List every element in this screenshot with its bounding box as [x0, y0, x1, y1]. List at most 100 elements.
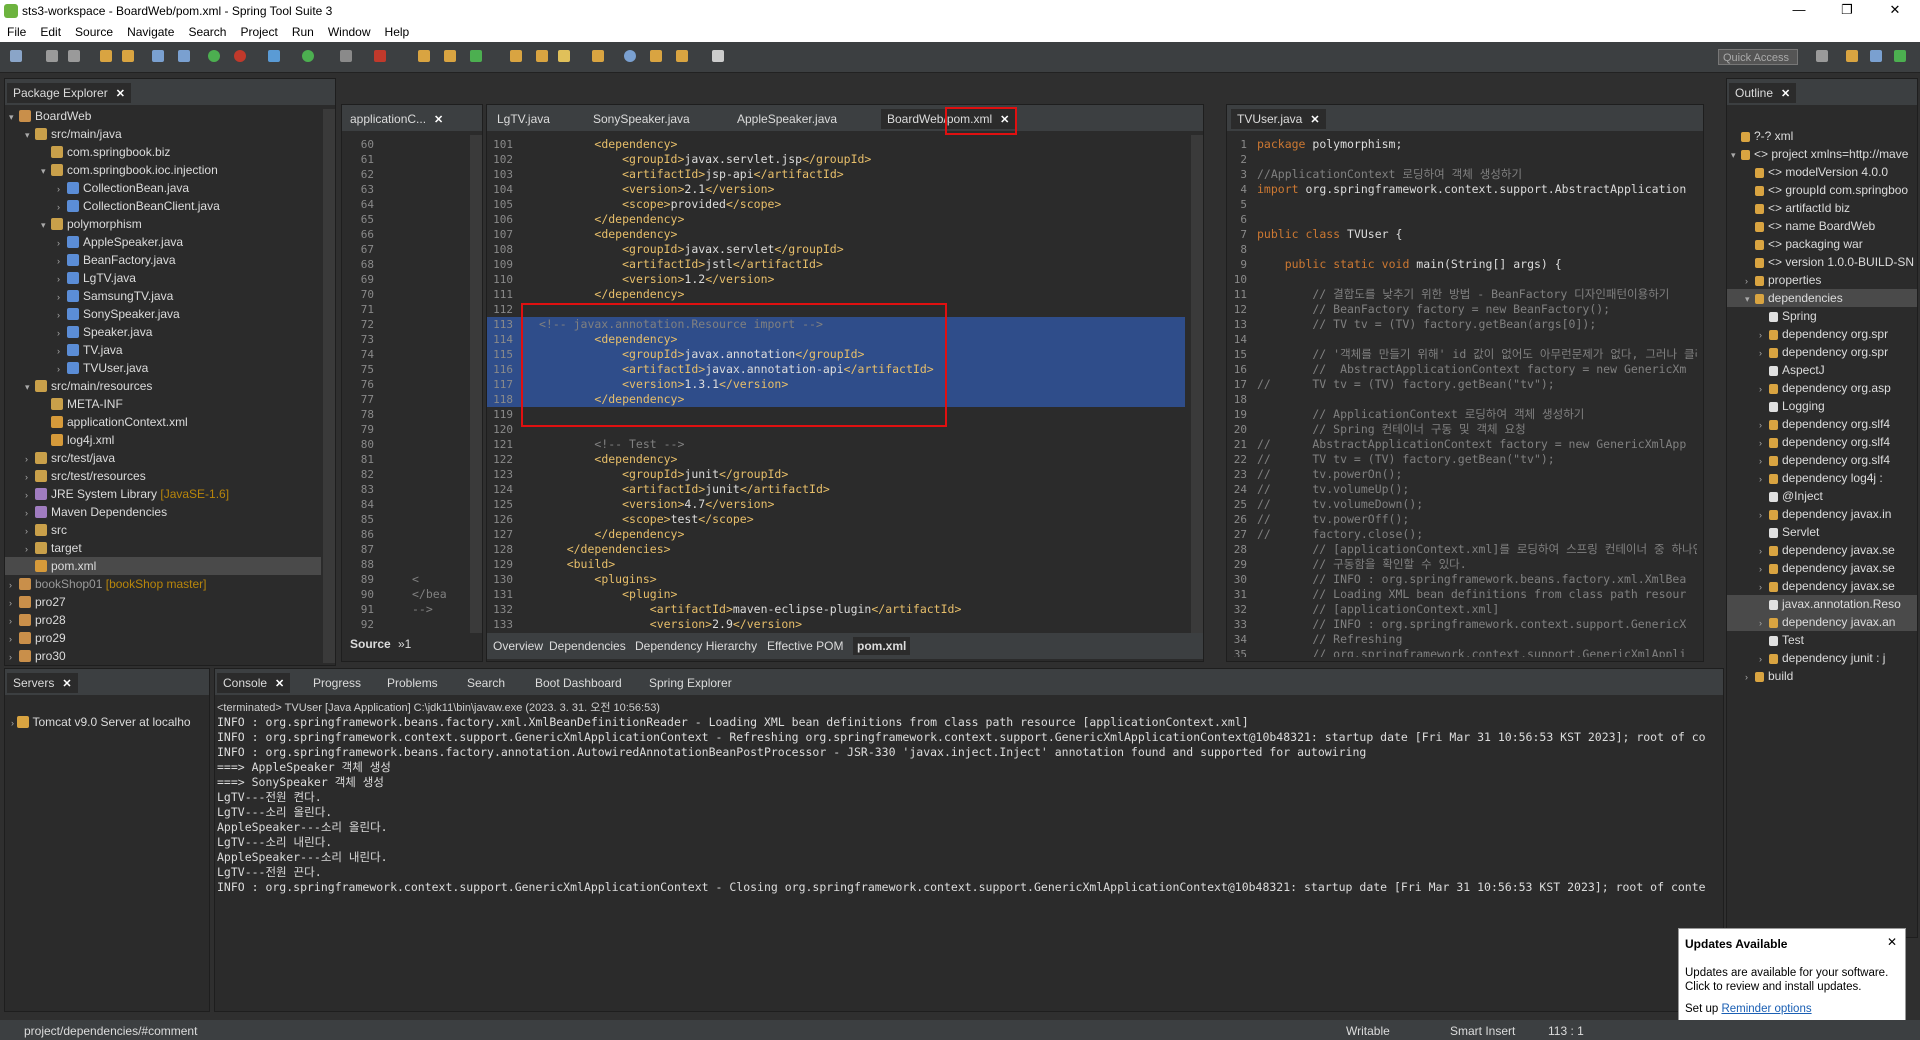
tree-item[interactable]: › CollectionBean.java: [5, 179, 321, 197]
expand-arrow-icon[interactable]: ▾: [25, 378, 35, 396]
open-resource-icon[interactable]: [122, 50, 134, 62]
pen-icon[interactable]: [558, 50, 570, 62]
outline-item[interactable]: › dependency org.slf4: [1727, 415, 1917, 433]
tab-console[interactable]: Console ✕: [217, 673, 291, 693]
outline-item[interactable]: <> packaging war: [1727, 235, 1917, 253]
tab-search[interactable]: Search: [461, 673, 511, 693]
tree-item[interactable]: › SamsungTV.java: [5, 287, 321, 305]
outline-item[interactable]: <> version 1.0.0-BUILD-SN: [1727, 253, 1917, 271]
outline-item[interactable]: › properties: [1727, 271, 1917, 289]
expand-arrow-icon[interactable]: ›: [1759, 434, 1769, 452]
tree-item[interactable]: › TVUser.java: [5, 359, 321, 377]
expand-arrow-icon[interactable]: ▾: [1745, 290, 1755, 308]
tab-package-explorer[interactable]: Package Explorer ✕: [7, 83, 131, 103]
expand-arrow-icon[interactable]: ›: [25, 522, 35, 540]
outline-item[interactable]: AspectJ: [1727, 361, 1917, 379]
tree-item[interactable]: › AppleSpeaker.java: [5, 233, 321, 251]
expand-arrow-icon[interactable]: ›: [11, 718, 14, 728]
pom-scrollbar[interactable]: [1191, 135, 1203, 633]
tree-item[interactable]: ▾ BoardWeb: [5, 107, 321, 125]
maximize-button[interactable]: ❐: [1830, 2, 1864, 18]
outline-item[interactable]: › dependency org.slf4: [1727, 451, 1917, 469]
outline-item[interactable]: › dependency log4j :: [1727, 469, 1917, 487]
applicationcontext-code[interactable]: 60 61 62 63 64 65 66 67 68 69 70 71 72 73 74 75 76 77 78 79…: [342, 137, 462, 631]
annotation-icon[interactable]: [592, 50, 604, 62]
outline-item[interactable]: › dependency junit : j: [1727, 649, 1917, 667]
debug-icon[interactable]: [268, 50, 280, 62]
expand-arrow-icon[interactable]: ›: [1759, 506, 1769, 524]
expand-arrow-icon[interactable]: ›: [57, 234, 67, 252]
expand-arrow-icon[interactable]: ›: [1759, 416, 1769, 434]
menu-help[interactable]: Help: [378, 22, 417, 39]
expand-arrow-icon[interactable]: ›: [57, 360, 67, 378]
outline-item[interactable]: ▾ <> project xmlns=http://mave: [1727, 145, 1917, 163]
tab-tvuser[interactable]: TVUser.java ✕: [1231, 109, 1326, 129]
expand-arrow-icon[interactable]: ▾: [41, 216, 51, 234]
tree-item[interactable]: › src/test/java: [5, 449, 321, 467]
expand-arrow-icon[interactable]: ›: [9, 576, 19, 594]
forward-icon[interactable]: [712, 50, 724, 62]
close-icon[interactable]: ✕: [116, 88, 125, 100]
new-java-project-icon[interactable]: [418, 50, 430, 62]
outline-item[interactable]: › dependency org.spr: [1727, 343, 1917, 361]
tree-item[interactable]: › SonySpeaker.java: [5, 305, 321, 323]
tree-item[interactable]: › JRE System Library [JavaSE-1.6]: [5, 485, 321, 503]
tab-lgtv[interactable]: LgTV.java: [491, 109, 556, 129]
spring-icon[interactable]: [234, 50, 246, 62]
tree-item[interactable]: pom.xml: [5, 557, 321, 575]
outline-item[interactable]: › dependency javax.an: [1727, 613, 1917, 631]
expand-arrow-icon[interactable]: ›: [9, 612, 19, 630]
close-icon[interactable]: ✕: [275, 678, 284, 690]
outline-item[interactable]: › dependency org.asp: [1727, 379, 1917, 397]
tree-item[interactable]: ▾ polymorphism: [5, 215, 321, 233]
tree-item[interactable]: › src/test/resources: [5, 467, 321, 485]
applicationcontext-scrollbar[interactable]: [470, 135, 482, 633]
close-icon[interactable]: ✕: [62, 678, 71, 690]
new-icon[interactable]: [10, 50, 22, 62]
tab-dependency-hierarchy[interactable]: Dependency Hierarchy: [635, 639, 757, 653]
outline-item[interactable]: ?-? xml: [1727, 127, 1917, 145]
terminal-icon[interactable]: [152, 50, 164, 62]
tab-problems[interactable]: Problems: [381, 673, 444, 693]
open-folder-icon[interactable]: [510, 50, 522, 62]
tab-outline[interactable]: Outline ✕: [1729, 83, 1797, 103]
expand-arrow-icon[interactable]: ›: [25, 486, 35, 504]
menu-search[interactable]: Search: [181, 22, 233, 39]
stop-icon[interactable]: [340, 50, 352, 62]
expand-arrow-icon[interactable]: ›: [1759, 452, 1769, 470]
console-output[interactable]: INFO : org.springframework.beans.factory…: [217, 715, 1721, 1009]
menu-navigate[interactable]: Navigate: [120, 22, 181, 39]
outline-item[interactable]: › dependency org.slf4: [1727, 433, 1917, 451]
tree-item[interactable]: › LgTV.java: [5, 269, 321, 287]
expand-arrow-icon[interactable]: ›: [25, 540, 35, 558]
tree-item[interactable]: › bookShop01 [bookShop master]: [5, 575, 321, 593]
open-type-icon[interactable]: [100, 50, 112, 62]
new-package-icon[interactable]: [444, 50, 456, 62]
expand-arrow-icon[interactable]: ›: [57, 252, 67, 270]
menu-source[interactable]: Source: [68, 22, 120, 39]
package-explorer-scrollbar[interactable]: [323, 109, 335, 663]
expand-arrow-icon[interactable]: ▾: [41, 162, 51, 180]
outline-item[interactable]: › dependency javax.in: [1727, 505, 1917, 523]
tab-more[interactable]: »1: [398, 637, 411, 651]
server-item[interactable]: › Tomcat v9.0 Server at localho: [11, 715, 191, 729]
tree-item[interactable]: applicationContext.xml: [5, 413, 321, 431]
menu-window[interactable]: Window: [321, 22, 378, 39]
tree-item[interactable]: META-INF: [5, 395, 321, 413]
outline-item[interactable]: › build: [1727, 667, 1917, 685]
spring-perspective-icon[interactable]: [1894, 50, 1906, 62]
expand-arrow-icon[interactable]: ›: [57, 288, 67, 306]
tab-source[interactable]: Source: [350, 637, 391, 651]
menu-run[interactable]: Run: [285, 22, 321, 39]
expand-arrow-icon[interactable]: ›: [1759, 380, 1769, 398]
outline-item[interactable]: › dependency javax.se: [1727, 559, 1917, 577]
updates-popup[interactable]: Updates Available ✕ Updates are availabl…: [1678, 928, 1906, 1026]
close-icon[interactable]: ✕: [434, 114, 443, 126]
expand-arrow-icon[interactable]: ›: [9, 594, 19, 612]
tree-item[interactable]: › target: [5, 539, 321, 557]
expand-arrow-icon[interactable]: ›: [1759, 542, 1769, 560]
expand-arrow-icon[interactable]: ›: [1759, 470, 1769, 488]
tab-spring-explorer[interactable]: Spring Explorer: [643, 673, 738, 693]
back-icon[interactable]: [676, 50, 688, 62]
outline-item[interactable]: Servlet: [1727, 523, 1917, 541]
